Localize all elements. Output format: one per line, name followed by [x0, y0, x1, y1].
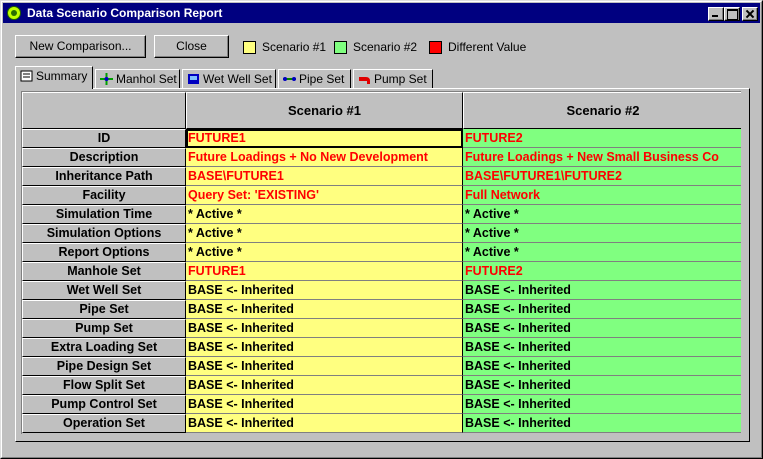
row-header[interactable]: Report Options [22, 243, 186, 262]
row-header[interactable]: Simulation Options [22, 224, 186, 243]
scenario-1-cell[interactable]: BASE <- Inherited [186, 338, 463, 357]
comparison-grid[interactable]: Scenario #1 Scenario #2 ID FUTURE1 FUTURE2… [21, 91, 741, 434]
row-header[interactable]: Inheritance Path [22, 167, 186, 186]
row-header[interactable]: Pipe Set [22, 300, 186, 319]
row-header[interactable]: Facility [22, 186, 186, 205]
tab-wet-well-set[interactable]: Wet Well Set [182, 69, 276, 88]
column-header-scenario-2[interactable]: Scenario #2 [463, 92, 741, 129]
scenario-2-cell[interactable]: Full Network [463, 186, 741, 205]
row-header[interactable]: Description [22, 148, 186, 167]
scenario-2-cell[interactable]: BASE <- Inherited [463, 357, 741, 376]
legend-label: Different Value [448, 40, 527, 54]
scenario-2-cell[interactable]: * Active * [463, 243, 741, 262]
row-header[interactable]: Flow Split Set [22, 376, 186, 395]
summary-icon [20, 70, 33, 82]
tab-summary[interactable]: Summary [15, 66, 93, 89]
tab-pump-set[interactable]: Pump Set [353, 69, 433, 88]
scenario-2-swatch [334, 40, 347, 54]
scenario-2-cell[interactable]: BASE <- Inherited [463, 281, 741, 300]
scenario-1-cell[interactable]: BASE <- Inherited [186, 395, 463, 414]
row-header[interactable]: Operation Set [22, 414, 186, 433]
scenario-1-cell[interactable]: BASE <- Inherited [186, 281, 463, 300]
close-button[interactable]: Close [154, 35, 229, 58]
pump-icon [359, 77, 370, 84]
scenario-1-cell[interactable]: BASE\FUTURE1 [186, 167, 463, 186]
tab-label: Summary [36, 69, 88, 83]
row-header[interactable]: Pump Set [22, 319, 186, 338]
tab-label: Pipe Set [299, 72, 345, 86]
different-value-swatch [429, 40, 442, 54]
scenario-2-cell[interactable]: BASE\FUTURE1\FUTURE2 [463, 167, 741, 186]
scenario-2-cell[interactable]: BASE <- Inherited [463, 319, 741, 338]
scenario-1-cell[interactable]: Future Loadings + No New Development [186, 148, 463, 167]
scenario-1-cell[interactable]: BASE <- Inherited [186, 319, 463, 338]
title-bar[interactable]: Data Scenario Comparison Report [3, 3, 760, 23]
row-header[interactable]: Simulation Time [22, 205, 186, 224]
legend-label: Scenario #1 [262, 40, 327, 54]
row-header[interactable]: Extra Loading Set [22, 338, 186, 357]
scenario-2-cell[interactable]: BASE <- Inherited [463, 338, 741, 357]
legend-label: Scenario #2 [353, 40, 418, 54]
scenario-1-cell[interactable]: BASE <- Inherited [186, 414, 463, 433]
tab-label: Manhol Set [116, 72, 177, 86]
row-header[interactable]: Wet Well Set [22, 281, 186, 300]
row-header[interactable]: Manhole Set [22, 262, 186, 281]
scenario-2-cell[interactable]: Future Loadings + New Small Business Co [463, 148, 741, 167]
scenario-1-cell[interactable]: FUTURE1 [186, 262, 463, 281]
scenario-2-cell[interactable]: BASE <- Inherited [463, 414, 741, 433]
legend-scenario-2: Scenario #2 [334, 39, 417, 55]
legend-scenario-1: Scenario #1 [243, 39, 326, 55]
pipe-icon [283, 77, 296, 81]
scenario-2-cell[interactable]: * Active * [463, 224, 741, 243]
scenario-1-cell[interactable]: * Active * [186, 224, 463, 243]
report-window: Data Scenario Comparison Report New Comp… [0, 0, 763, 459]
scenario-1-cell[interactable]: BASE <- Inherited [186, 300, 463, 319]
scenario-1-swatch [243, 40, 256, 54]
maximize-button[interactable] [724, 7, 740, 21]
scenario-2-cell[interactable]: BASE <- Inherited [463, 376, 741, 395]
scenario-1-cell[interactable]: * Active * [186, 243, 463, 262]
scenario-1-cell[interactable]: FUTURE1 [186, 129, 463, 148]
scenario-2-cell[interactable]: * Active * [463, 205, 741, 224]
app-icon[interactable] [7, 6, 21, 20]
window-title: Data Scenario Comparison Report [27, 6, 223, 20]
row-header[interactable]: Pipe Design Set [22, 357, 186, 376]
scenario-1-cell[interactable]: BASE <- Inherited [186, 376, 463, 395]
new-comparison-button[interactable]: New Comparison... [15, 35, 146, 58]
row-header[interactable]: ID [22, 129, 186, 148]
row-header[interactable]: Pump Control Set [22, 395, 186, 414]
scenario-2-cell[interactable]: FUTURE2 [463, 129, 741, 148]
tab-label: Wet Well Set [203, 72, 272, 86]
wet-well-icon [188, 74, 199, 84]
manhole-icon [100, 73, 113, 85]
scenario-2-cell[interactable]: FUTURE2 [463, 262, 741, 281]
column-header-scenario-1[interactable]: Scenario #1 [186, 92, 463, 129]
summary-panel: Scenario #1 Scenario #2 ID FUTURE1 FUTURE2… [15, 88, 750, 442]
scenario-1-cell[interactable]: * Active * [186, 205, 463, 224]
close-window-button[interactable] [742, 7, 758, 21]
tab-label: Pump Set [374, 72, 427, 86]
legend-different-value: Different Value [429, 39, 526, 55]
corner-header [22, 92, 186, 129]
scenario-2-cell[interactable]: BASE <- Inherited [463, 300, 741, 319]
tab-pipe-set[interactable]: Pipe Set [278, 69, 351, 88]
scenario-2-cell[interactable]: BASE <- Inherited [463, 395, 741, 414]
tab-manhol-set[interactable]: Manhol Set [95, 69, 180, 88]
scenario-1-cell[interactable]: Query Set: 'EXISTING' [186, 186, 463, 205]
scenario-1-cell[interactable]: BASE <- Inherited [186, 357, 463, 376]
minimize-button[interactable] [708, 7, 724, 21]
